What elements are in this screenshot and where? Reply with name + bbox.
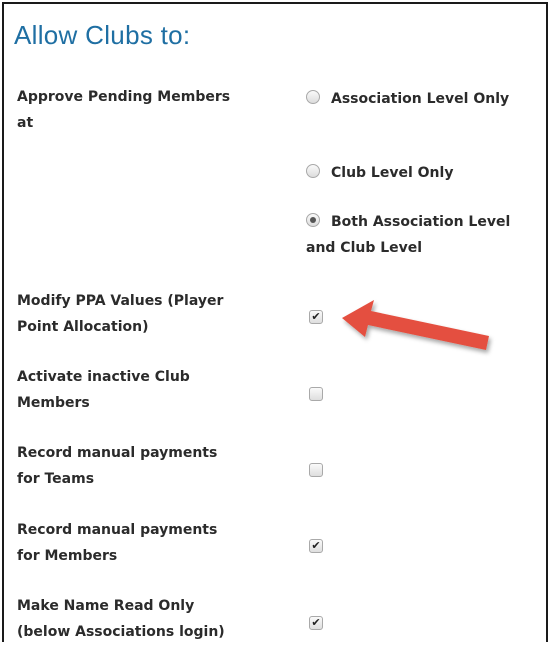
- radio-label: Club Level Only: [331, 165, 454, 181]
- radio-label: Both Association Level and Club Level: [306, 214, 511, 256]
- record-payments-members-checkbox[interactable]: ✔: [309, 539, 323, 553]
- name-read-only-label: Make Name Read Only (below Associations …: [17, 598, 225, 640]
- approve-pending-label: Approve Pending Members at: [17, 89, 231, 131]
- modify-ppa-label: Modify PPA Values (Player Point Allocati…: [17, 293, 224, 335]
- activate-inactive-label: Activate inactive Club Members: [17, 369, 190, 411]
- radio-club-level[interactable]: Club Level Only: [306, 160, 453, 186]
- annotation-arrow-icon: [342, 300, 489, 350]
- section-heading: Allow Clubs to:: [14, 20, 191, 50]
- modify-ppa-checkbox[interactable]: ✔: [309, 310, 323, 324]
- radio-association-level[interactable]: Association Level Only: [306, 86, 509, 112]
- radio-button-selected[interactable]: [306, 213, 320, 227]
- name-read-only-checkbox[interactable]: ✔: [309, 616, 323, 630]
- record-payments-members-label: Record manual payments for Members: [17, 522, 218, 564]
- radio-button[interactable]: [306, 90, 320, 104]
- radio-label: Association Level Only: [331, 91, 510, 107]
- radio-button[interactable]: [306, 164, 320, 178]
- settings-panel: Allow Clubs to: Approve Pending Members …: [2, 2, 548, 642]
- record-payments-teams-label: Record manual payments for Teams: [17, 445, 218, 487]
- record-payments-teams-checkbox[interactable]: [309, 463, 323, 477]
- activate-inactive-checkbox[interactable]: [309, 387, 323, 401]
- radio-both-levels[interactable]: Both Association Level and Club Level: [306, 209, 521, 261]
